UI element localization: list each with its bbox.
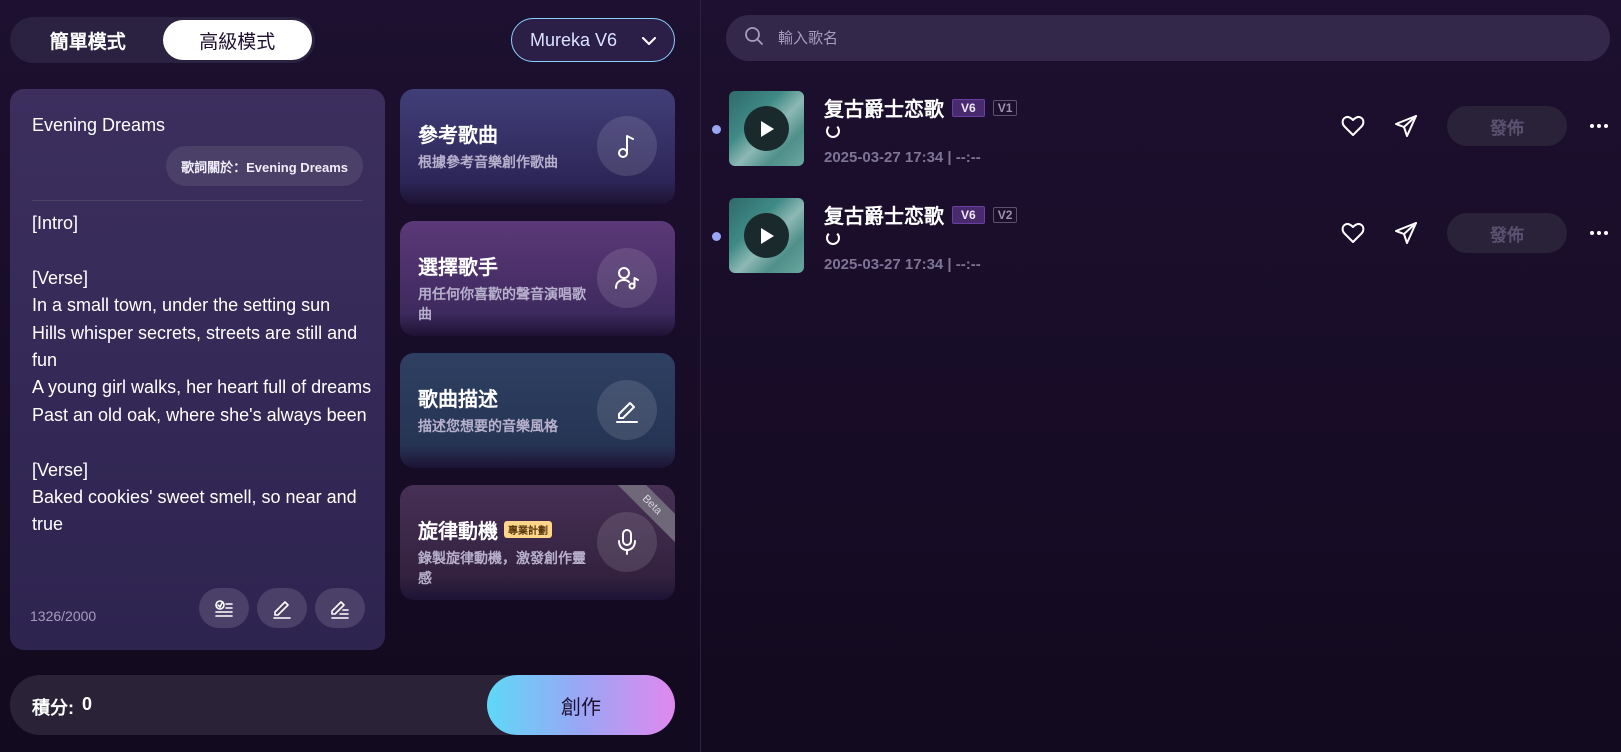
credits-value: 0 <box>82 694 93 714</box>
model-select-value: Mureka V6 <box>530 29 618 50</box>
more-horizontal-icon <box>1590 124 1608 128</box>
credits-label: 積分: <box>32 698 74 718</box>
play-button[interactable] <box>744 213 789 258</box>
play-icon <box>760 120 774 137</box>
song-meta: 2025-03-27 17:34 | --:-- <box>824 149 981 166</box>
pro-plan-badge: 專業計劃 <box>504 521 552 538</box>
lyrics-title: Evening Dreams <box>32 115 166 135</box>
reference-song-card[interactable]: 參考歌曲 根據參考音樂創作歌曲 <box>400 89 675 204</box>
choose-singer-card[interactable]: 選擇歌手 用任何你喜歡的聲音演唱歌曲 <box>400 221 675 336</box>
song-title: 复古爵士恋歌 V6 V2 <box>824 200 1018 229</box>
lyrics-about-button[interactable]: 歌詞關於：Evening Dreams <box>166 146 363 186</box>
more-options-button[interactable] <box>1579 106 1619 146</box>
rewrite-lyrics-button[interactable] <box>315 588 365 628</box>
more-options-button[interactable] <box>1579 213 1619 253</box>
bottom-bar: 積分: 0 創作 <box>10 675 675 735</box>
feature-title-text: 旋律動機 <box>418 521 498 543</box>
microphone-icon <box>597 512 657 572</box>
play-button[interactable] <box>744 106 789 151</box>
create-button[interactable]: 創作 <box>487 675 675 735</box>
chevron-down-icon <box>642 30 656 51</box>
new-indicator-dot <box>712 232 721 241</box>
left-panel: 簡單模式 高級模式 Mureka V6 Evening Dreams 歌詞關於：… <box>0 0 700 752</box>
lyrics-editor[interactable]: [Intro] [Verse] In a small town, under t… <box>32 210 372 555</box>
ai-lyrics-button[interactable] <box>199 588 249 628</box>
song-row[interactable]: 复古爵士恋歌 V6 V2 2025-03-27 17:34 | --:-- 發佈 <box>700 198 1621 278</box>
share-button[interactable] <box>1386 106 1426 146</box>
like-button[interactable] <box>1333 213 1373 253</box>
publish-button[interactable]: 發佈 <box>1447 213 1567 253</box>
song-cover[interactable] <box>729 91 804 166</box>
music-note-icon <box>597 116 657 176</box>
rewrite-icon <box>331 601 349 619</box>
model-select[interactable]: Mureka V6 <box>511 18 675 62</box>
pencil-icon <box>597 380 657 440</box>
song-cover[interactable] <box>729 198 804 273</box>
share-button[interactable] <box>1386 213 1426 253</box>
song-row[interactable]: 复古爵士恋歌 V6 V1 2025-03-27 17:34 | --:-- 發佈 <box>700 91 1621 171</box>
heart-icon <box>1341 222 1365 243</box>
feature-subtitle: 用任何你喜歡的聲音演唱歌曲 <box>418 286 586 322</box>
more-horizontal-icon <box>1590 231 1608 235</box>
search-icon <box>744 26 764 51</box>
feature-title: 參考歌曲 <box>418 125 498 147</box>
like-button[interactable] <box>1333 106 1373 146</box>
version-badge: V1 <box>992 99 1018 116</box>
model-badge: V6 <box>952 98 985 117</box>
feature-title: 歌曲描述 <box>418 389 498 411</box>
character-count: 1326/2000 <box>30 608 97 624</box>
song-title: 复古爵士恋歌 V6 V1 <box>824 93 1018 122</box>
loading-spinner-icon <box>826 231 840 245</box>
new-indicator-dot <box>712 125 721 134</box>
send-icon <box>1395 115 1417 137</box>
search-input[interactable] <box>778 29 1478 47</box>
divider <box>32 200 363 201</box>
melody-motif-card[interactable]: Beta 旋律動機 專業計劃 錄製旋律動機，激發創作靈感 <box>400 485 675 600</box>
feature-subtitle: 根據參考音樂創作歌曲 <box>418 154 558 170</box>
heart-icon <box>1341 115 1365 136</box>
play-icon <box>760 227 774 244</box>
song-actions: 發佈 <box>1333 106 1619 146</box>
publish-button[interactable]: 發佈 <box>1447 106 1567 146</box>
feature-subtitle: 描述您想要的音樂風格 <box>418 418 558 434</box>
lyrics-toolbar <box>199 588 365 628</box>
song-meta: 2025-03-27 17:34 | --:-- <box>824 256 981 273</box>
song-title-text: 复古爵士恋歌 <box>824 206 944 228</box>
ai-lyrics-icon <box>215 600 233 617</box>
advanced-mode-button[interactable]: 高級模式 <box>162 20 312 60</box>
feature-title: 旋律動機 專業計劃 <box>418 515 552 544</box>
send-icon <box>1395 222 1417 244</box>
loading-spinner-icon <box>826 124 840 138</box>
song-actions: 發佈 <box>1333 213 1619 253</box>
credits: 積分: 0 <box>32 694 92 720</box>
search-bar <box>726 15 1610 61</box>
lyrics-card: Evening Dreams 歌詞關於：Evening Dreams [Intr… <box>10 89 385 650</box>
model-badge: V6 <box>952 205 985 224</box>
feature-subtitle: 錄製旋律動機，激發創作靈感 <box>418 550 586 586</box>
song-description-card[interactable]: 歌曲描述 描述您想要的音樂風格 <box>400 353 675 468</box>
song-title-text: 复古爵士恋歌 <box>824 99 944 121</box>
edit-lyrics-button[interactable] <box>257 588 307 628</box>
pencil-icon <box>273 601 291 619</box>
simple-mode-button[interactable]: 簡單模式 <box>13 20 163 60</box>
singer-icon <box>597 248 657 308</box>
version-badge: V2 <box>992 206 1018 223</box>
mode-toggle: 簡單模式 高級模式 <box>10 17 315 63</box>
feature-title: 選擇歌手 <box>418 257 498 279</box>
